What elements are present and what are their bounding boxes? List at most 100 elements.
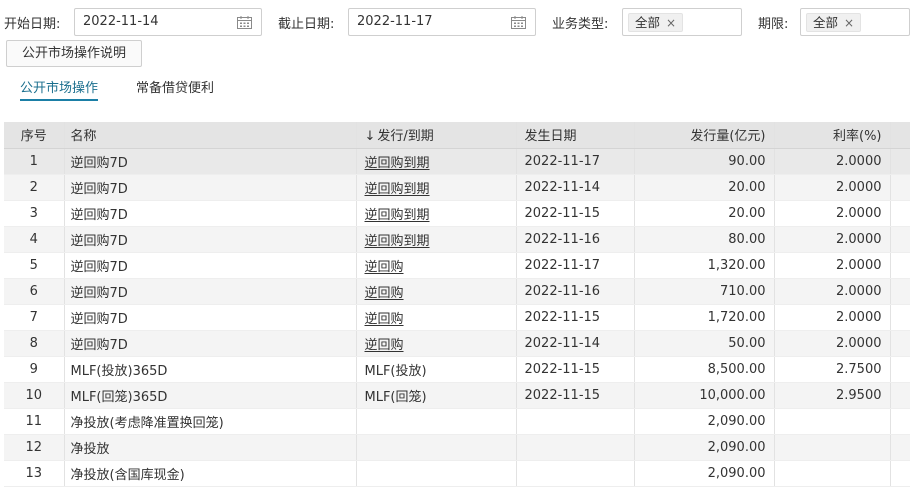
col-header-index: 序号: [4, 122, 65, 149]
row-type-link[interactable]: 逆回购: [365, 338, 404, 353]
start-date-value: 2022-11-14: [83, 14, 159, 29]
row-index: 12: [4, 434, 65, 461]
table-row[interactable]: 9 MLF(投放)365D MLF(投放) 2022-11-15 8,500.00 2.7…: [4, 356, 910, 383]
row-spacer: [890, 460, 910, 487]
col-header-date[interactable]: 发生日期: [516, 122, 635, 149]
row-index: 2: [4, 174, 65, 201]
biz-type-tag-label: 全部: [635, 15, 661, 30]
row-name: 逆回购7D: [64, 148, 357, 175]
col-header-volume[interactable]: 发行量(亿元): [634, 122, 775, 149]
table-row[interactable]: 7 逆回购7D 逆回购 2022-11-15 1,720.00 2.0000: [4, 304, 910, 331]
row-date: 2022-11-16: [516, 226, 635, 253]
row-type-link[interactable]: 逆回购到期: [365, 182, 430, 197]
table-row[interactable]: 4 逆回购7D 逆回购到期 2022-11-16 80.00 2.0000: [4, 226, 910, 253]
row-rate: [774, 434, 891, 461]
biz-type-select[interactable]: 全部 ×: [622, 8, 742, 36]
table-row[interactable]: 12 净投放 2,090.00: [4, 434, 910, 461]
row-rate: 2.0000: [774, 304, 891, 331]
row-index: 13: [4, 460, 65, 487]
row-spacer: [890, 174, 910, 201]
row-type: 逆回购: [356, 304, 517, 331]
start-date-label: 开始日期:: [4, 17, 61, 32]
row-index: 6: [4, 278, 65, 305]
row-date: [516, 408, 635, 435]
row-index: 8: [4, 330, 65, 357]
col-header-name[interactable]: 名称: [64, 122, 357, 149]
row-type: 逆回购到期: [356, 174, 517, 201]
row-date: 2022-11-15: [516, 304, 635, 331]
row-type-link[interactable]: 逆回购: [365, 312, 404, 327]
row-volume: 710.00: [634, 278, 775, 305]
row-date: 2022-11-14: [516, 330, 635, 357]
row-type: 逆回购: [356, 252, 517, 279]
row-index: 5: [4, 252, 65, 279]
row-rate: 2.0000: [774, 252, 891, 279]
table-row[interactable]: 11 净投放(考虑降准置换回笼) 2,090.00: [4, 408, 910, 435]
table-row[interactable]: 13 净投放(含国库现金) 2,090.00: [4, 460, 910, 487]
row-date: 2022-11-17: [516, 148, 635, 175]
row-volume: 2,090.00: [634, 460, 775, 487]
table-row[interactable]: 5 逆回购7D 逆回购 2022-11-17 1,320.00 2.0000: [4, 252, 910, 279]
row-rate: [774, 460, 891, 487]
col-header-spacer: [890, 122, 910, 149]
row-rate: 2.0000: [774, 174, 891, 201]
biz-type-tag: 全部 ×: [628, 13, 684, 32]
calendar-icon[interactable]: [237, 16, 252, 29]
row-name: 逆回购7D: [64, 226, 357, 253]
end-date-input[interactable]: 2022-11-17: [348, 8, 536, 36]
col-header-rate[interactable]: 利率(%): [774, 122, 891, 149]
row-type: 逆回购: [356, 278, 517, 305]
table-row[interactable]: 10 MLF(回笼)365D MLF(回笼) 2022-11-15 10,000.00 2…: [4, 382, 910, 409]
tab-open-market-operations[interactable]: 公开市场操作: [20, 77, 99, 101]
col-header-type-label: 发行/到期: [377, 129, 434, 145]
row-volume: 50.00: [634, 330, 775, 357]
row-name: 逆回购7D: [64, 200, 357, 227]
table-body: 1 逆回购7D 逆回购到期 2022-11-17 90.00 2.0000 2 逆回购7D 逆回…: [4, 148, 910, 487]
tab-standing-lending-facility[interactable]: 常备借贷便利: [136, 77, 214, 99]
table-header-row: 序号 名称 ↓ 发行/到期 发生日期 发行量(亿元) 利率(%): [4, 122, 910, 149]
row-spacer: [890, 278, 910, 305]
end-date-value: 2022-11-17: [357, 14, 433, 29]
row-type: 逆回购到期: [356, 226, 517, 253]
row-index: 10: [4, 382, 65, 409]
table-row[interactable]: 2 逆回购7D 逆回购到期 2022-11-14 20.00 2.0000: [4, 174, 910, 201]
table-row[interactable]: 8 逆回购7D 逆回购 2022-11-14 50.00 2.0000: [4, 330, 910, 357]
close-icon[interactable]: ×: [844, 16, 854, 30]
calendar-icon[interactable]: [511, 16, 526, 29]
row-type-link[interactable]: 逆回购到期: [365, 156, 430, 171]
row-name: 逆回购7D: [64, 330, 357, 357]
row-name: 净投放(含国库现金): [64, 460, 357, 487]
row-type: 逆回购到期: [356, 148, 517, 175]
row-spacer: [890, 226, 910, 253]
table-row[interactable]: 3 逆回购7D 逆回购到期 2022-11-15 20.00 2.0000: [4, 200, 910, 227]
row-date: 2022-11-17: [516, 252, 635, 279]
row-type: 逆回购到期: [356, 200, 517, 227]
row-volume: 8,500.00: [634, 356, 775, 383]
row-volume: 2,090.00: [634, 434, 775, 461]
arrow-down-icon: ↓: [364, 129, 376, 145]
row-name: 净投放(考虑降准置换回笼): [64, 408, 357, 435]
row-type-link[interactable]: 逆回购到期: [365, 234, 430, 249]
row-type-link[interactable]: 逆回购: [365, 260, 404, 275]
start-date-input[interactable]: 2022-11-14: [74, 8, 262, 36]
row-spacer: [890, 382, 910, 409]
term-label: 期限:: [758, 17, 789, 32]
row-type-link[interactable]: 逆回购到期: [365, 208, 430, 223]
row-volume: 80.00: [634, 226, 775, 253]
row-date: [516, 434, 635, 461]
term-select[interactable]: 全部 ×: [800, 8, 910, 36]
biz-type-label: 业务类型:: [552, 17, 609, 32]
col-header-type[interactable]: ↓ 发行/到期: [356, 122, 517, 149]
row-type: MLF(回笼): [356, 382, 517, 409]
row-date: [516, 460, 635, 487]
row-type-link[interactable]: 逆回购: [365, 286, 404, 301]
table-row[interactable]: 6 逆回购7D 逆回购 2022-11-16 710.00 2.0000: [4, 278, 910, 305]
row-volume: 1,320.00: [634, 252, 775, 279]
row-date: 2022-11-15: [516, 200, 635, 227]
row-spacer: [890, 356, 910, 383]
explain-button[interactable]: 公开市场操作说明: [6, 40, 142, 67]
close-icon[interactable]: ×: [666, 16, 676, 30]
table-row[interactable]: 1 逆回购7D 逆回购到期 2022-11-17 90.00 2.0000: [4, 148, 910, 175]
term-tag: 全部 ×: [806, 13, 862, 32]
row-volume: 20.00: [634, 174, 775, 201]
